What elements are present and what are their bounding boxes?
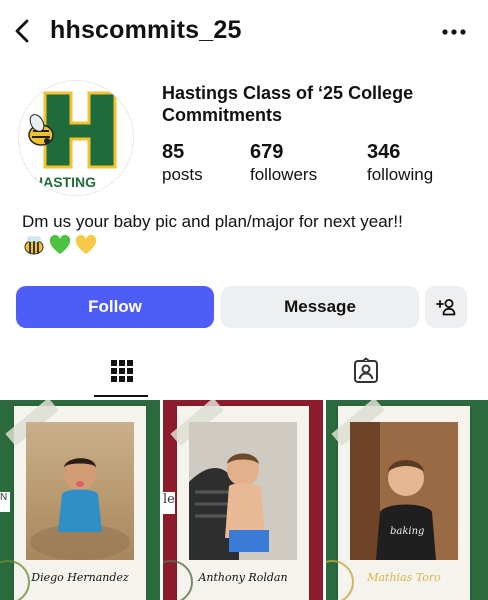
bee-emoji-icon xyxy=(24,236,44,255)
tab-posts-grid[interactable] xyxy=(0,345,244,397)
svg-text:HASTING: HASTING xyxy=(33,174,96,190)
stat-posts-label: posts xyxy=(162,165,203,184)
post-caption: Mathias Toro xyxy=(367,571,441,584)
grid-icon xyxy=(111,360,133,382)
green-heart-icon xyxy=(49,234,71,254)
stat-followers-value: 679 xyxy=(250,141,284,163)
tab-tagged[interactable] xyxy=(244,345,488,397)
bio-emojis xyxy=(22,234,98,256)
polaroid-card: Diego Hernandez xyxy=(5,400,146,600)
stat-followers[interactable]: 679 followers xyxy=(250,140,317,186)
profile-tabs xyxy=(0,345,488,397)
post-caption: Anthony Roldan xyxy=(198,571,288,584)
more-options-icon[interactable] xyxy=(440,22,468,42)
post-tile[interactable]: le Anthony Roldan xyxy=(163,400,323,600)
add-person-icon xyxy=(436,299,456,316)
back-arrow-icon[interactable] xyxy=(10,18,36,44)
post-side-text: N xyxy=(0,492,10,512)
profile-username: hhscommits_25 xyxy=(50,16,242,44)
top-bar: hhscommits_25 xyxy=(0,0,488,64)
yellow-heart-icon xyxy=(75,234,97,254)
stat-following[interactable]: 346 following xyxy=(367,140,433,186)
stat-following-value: 346 xyxy=(367,141,401,163)
active-tab-indicator xyxy=(94,395,148,397)
message-button[interactable]: Message xyxy=(221,286,419,328)
post-photo xyxy=(26,422,134,560)
polaroid-card: Anthony Roldan xyxy=(170,400,309,600)
profile-bio: Dm us your baby pic and plan/major for n… xyxy=(22,212,403,231)
profile-avatar[interactable]: HASTING xyxy=(18,80,134,196)
post-caption: Diego Hernandez xyxy=(31,571,129,584)
stat-followers-label: followers xyxy=(250,165,318,184)
stat-posts-value: 85 xyxy=(162,141,185,163)
post-photo xyxy=(189,422,297,560)
svg-text:baking: baking xyxy=(390,526,424,537)
polaroid-card: baking Mathias Toro xyxy=(331,400,470,600)
tagged-person-icon xyxy=(354,357,378,383)
follow-button[interactable]: Follow xyxy=(16,286,214,328)
posts-grid: N Diego Hernandez le Anthony Roldan baki… xyxy=(0,400,488,600)
post-tile[interactable]: N Diego Hernandez xyxy=(0,400,160,600)
post-photo: baking xyxy=(350,422,458,560)
suggested-accounts-button[interactable] xyxy=(425,286,467,328)
post-side-text: le xyxy=(163,492,175,514)
stat-posts[interactable]: 85 posts xyxy=(162,140,203,186)
post-tile[interactable]: baking Mathias Toro xyxy=(326,400,488,600)
stat-following-label: following xyxy=(367,165,434,184)
profile-display-name: Hastings Class of ‘25 College Commitment… xyxy=(162,83,414,125)
